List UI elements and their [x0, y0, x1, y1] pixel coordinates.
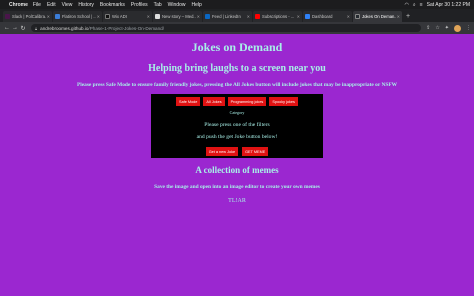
- meme-caption: TL!AR: [228, 198, 246, 204]
- intro-text: Please press Safe Mode to ensure family …: [76, 82, 398, 88]
- share-icon[interactable]: ⇪: [426, 25, 430, 31]
- browser-tab-strip: Slack | PolCalibra... ✕ Flatiron School |…: [0, 9, 474, 22]
- browser-toolbar: ← → ↻ 🔒︎ andrebroomes.github.io/Phase-1-…: [0, 22, 474, 34]
- close-icon[interactable]: ✕: [97, 14, 100, 19]
- joke-setup-text: Please press one of the filters: [204, 122, 270, 128]
- menu-edit[interactable]: Edit: [47, 2, 56, 8]
- search-icon[interactable]: ⌕: [413, 2, 416, 8]
- tab-wix[interactable]: Wix ADI ✕: [103, 11, 152, 22]
- get-meme-button[interactable]: GET MEME: [242, 147, 269, 156]
- url-host: andrebroomes.github.io: [40, 25, 89, 31]
- back-arrow-icon[interactable]: ←: [3, 25, 11, 31]
- tab-youtube[interactable]: Subscriptions - ... ✕: [253, 11, 302, 22]
- close-icon[interactable]: ✕: [147, 14, 150, 19]
- menu-help[interactable]: Help: [191, 2, 201, 8]
- joke-punchline-text: and push the get Joke button below!: [196, 134, 278, 140]
- menu-view[interactable]: View: [62, 2, 73, 8]
- tab-flatiron[interactable]: Flatiron School | ... ✕: [53, 11, 102, 22]
- programming-jokes-button[interactable]: Programming jokes: [227, 97, 267, 106]
- spooky-jokes-button[interactable]: Spooky jokes: [269, 97, 298, 106]
- joke-panel: Safe Mode All Jokes Programming jokes Sp…: [151, 94, 323, 158]
- close-icon[interactable]: ✕: [47, 14, 50, 19]
- bookmark-star-icon[interactable]: ☆: [435, 25, 439, 31]
- memes-heading: A collection of memes: [195, 165, 279, 175]
- macos-menu-bar: Chrome File Edit View History Bookmarks …: [0, 0, 474, 9]
- memes-description: Save the image and open into an image ed…: [154, 184, 320, 190]
- close-icon[interactable]: ✕: [247, 14, 250, 19]
- tab-jokes-on-demand[interactable]: Jokes On Deman... ✕: [353, 11, 402, 22]
- close-icon[interactable]: ✕: [197, 14, 200, 19]
- forward-arrow-icon[interactable]: →: [11, 25, 19, 31]
- menu-bookmarks[interactable]: Bookmarks: [100, 2, 125, 8]
- github-favicon-icon: [305, 14, 310, 19]
- menu-app-name[interactable]: Chrome: [9, 2, 28, 8]
- more-menu-icon[interactable]: ⋮: [466, 25, 471, 31]
- slack-favicon-icon: [5, 14, 10, 19]
- get-joke-button[interactable]: Get a new Joke: [205, 147, 239, 156]
- address-bar[interactable]: 🔒︎ andrebroomes.github.io/Phase-1-Projec…: [31, 24, 422, 32]
- tab-dashboard[interactable]: Dashboard ✕: [303, 11, 352, 22]
- new-tab-plus-icon[interactable]: +: [406, 11, 410, 22]
- close-icon[interactable]: ✕: [347, 14, 350, 19]
- youtube-favicon-icon: [255, 14, 260, 19]
- tab-slack[interactable]: Slack | PolCalibra... ✕: [3, 11, 52, 22]
- github-favicon-icon: [355, 14, 360, 19]
- extensions-icon[interactable]: ✦: [445, 25, 449, 31]
- category-label: Category: [229, 110, 245, 115]
- menu-window[interactable]: Window: [168, 2, 186, 8]
- menu-tab[interactable]: Tab: [154, 2, 162, 8]
- lock-icon[interactable]: 🔒︎: [35, 26, 37, 31]
- safe-mode-button[interactable]: Safe Mode: [176, 97, 201, 106]
- menu-history[interactable]: History: [78, 2, 94, 8]
- tab-linkedin[interactable]: Feed | LinkedIn ✕: [203, 11, 252, 22]
- menu-file[interactable]: File: [33, 2, 41, 8]
- flatiron-favicon-icon: [55, 14, 60, 19]
- reload-icon[interactable]: ↻: [19, 25, 27, 32]
- control-center-icon[interactable]: ≡: [420, 2, 423, 8]
- tab-medium[interactable]: New story – Med... ✕: [153, 11, 202, 22]
- filter-button-group: Safe Mode All Jokes Programming jokes Sp…: [151, 97, 323, 106]
- page-title: Jokes on Demand: [191, 40, 283, 54]
- profile-avatar[interactable]: [454, 24, 461, 32]
- close-icon[interactable]: ✕: [397, 14, 400, 19]
- action-button-group: Get a new Joke GET MEME: [151, 147, 323, 156]
- page-content: Jokes on Demand Helping bring laughs to …: [0, 34, 474, 296]
- wifi-icon[interactable]: ◠: [405, 2, 409, 8]
- url-path: /Phase-1-Project-Jokes-On-Demand/: [88, 25, 164, 31]
- close-icon[interactable]: ✕: [297, 14, 300, 19]
- linkedin-favicon-icon: [205, 14, 210, 19]
- all-jokes-button[interactable]: All Jokes: [203, 97, 225, 106]
- menu-datetime[interactable]: Sat Apr 30 1:22 PM: [427, 2, 470, 8]
- wix-favicon-icon: [105, 14, 110, 19]
- medium-favicon-icon: [155, 14, 160, 19]
- page-subtitle: Helping bring laughs to a screen near yo…: [148, 63, 326, 74]
- menu-profiles[interactable]: Profiles: [131, 2, 148, 8]
